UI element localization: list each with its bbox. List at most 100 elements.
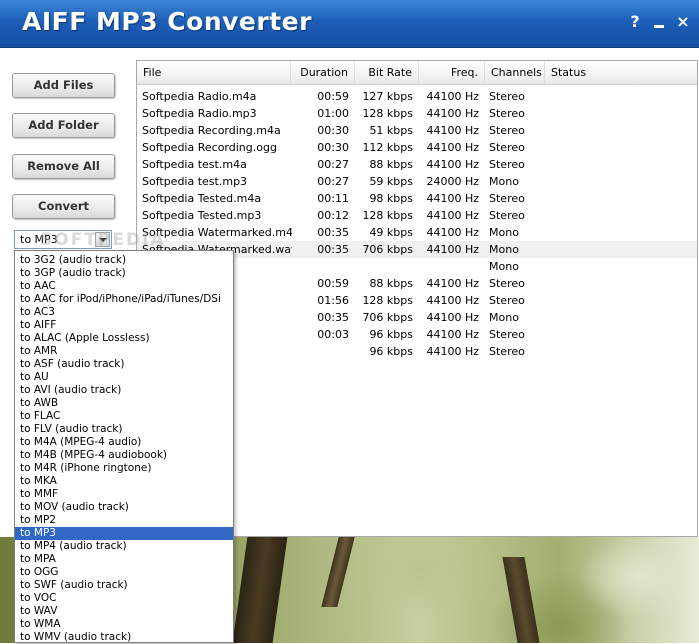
- table-row[interactable]: Softpedia Tested.mp3 00:12 128 kbps 44100 H…: [137, 207, 697, 224]
- format-option[interactable]: to MKA: [15, 475, 233, 488]
- cell-freq: 44100 Hz: [426, 158, 479, 171]
- column-header-status[interactable]: Status: [545, 61, 697, 85]
- format-option[interactable]: to M4R (iPhone ringtone): [15, 462, 233, 475]
- cell-freq: 44100 Hz: [426, 294, 479, 307]
- format-option[interactable]: to M4A (MPEG-4 audio): [15, 436, 233, 449]
- cell-bitrate: 128 kbps: [362, 294, 413, 307]
- file-list-header: File Duration Bit Rate Freq. Channels St…: [137, 61, 697, 85]
- format-option[interactable]: to OGG: [15, 566, 233, 579]
- format-option[interactable]: to WAV: [15, 605, 233, 618]
- cell-bitrate: 98 kbps: [369, 192, 413, 205]
- cell-bitrate: 96 kbps: [369, 328, 413, 341]
- table-row[interactable]: Softpedia Recording.ogg 00:30 112 kbps 4410…: [137, 139, 697, 156]
- format-option[interactable]: to WMA: [15, 618, 233, 631]
- cell-bitrate: 49 kbps: [369, 226, 413, 239]
- cell-bitrate: 127 kbps: [362, 90, 413, 103]
- format-option[interactable]: to MOV (audio track): [15, 501, 233, 514]
- cell-duration: 00:35: [317, 226, 349, 239]
- format-option[interactable]: to WMV (audio track): [15, 631, 233, 644]
- column-header-duration[interactable]: Duration: [291, 61, 355, 85]
- cell-status: [549, 224, 689, 241]
- format-option[interactable]: to AU: [15, 371, 233, 384]
- cell-duration: 00:35: [317, 243, 349, 256]
- cell-channels: Stereo: [489, 294, 525, 307]
- cell-duration: 00:12: [317, 209, 349, 222]
- format-option[interactable]: to MP4 (audio track): [15, 540, 233, 553]
- minimize-icon: [654, 25, 664, 28]
- cell-channels: Stereo: [489, 90, 525, 103]
- format-dropdown-list[interactable]: to 3G2 (audio track) to 3GP (audio track)…: [14, 250, 234, 643]
- cell-bitrate: 96 kbps: [369, 345, 413, 358]
- format-option[interactable]: to MMF: [15, 488, 233, 501]
- cell-channels: Mono: [489, 243, 519, 256]
- format-option[interactable]: to AIFF: [15, 319, 233, 332]
- format-option[interactable]: to MP3: [15, 527, 233, 540]
- format-option[interactable]: to AWB: [15, 397, 233, 410]
- cell-channels: Stereo: [489, 158, 525, 171]
- cell-status: [549, 105, 689, 122]
- cell-channels: Stereo: [489, 277, 525, 290]
- column-header-freq[interactable]: Freq.: [419, 61, 485, 85]
- format-option[interactable]: to ASF (audio track): [15, 358, 233, 371]
- column-header-channels[interactable]: Channels: [485, 61, 545, 85]
- cell-duration: 00:59: [317, 277, 349, 290]
- table-row[interactable]: Softpedia Tested.m4a 00:11 98 kbps 44100 Hz…: [137, 190, 697, 207]
- cell-status: [549, 258, 689, 275]
- table-row[interactable]: Softpedia Recording.m4a 00:30 51 kbps 44100…: [137, 122, 697, 139]
- format-option[interactable]: to AC3: [15, 306, 233, 319]
- cell-freq: 44100 Hz: [426, 90, 479, 103]
- table-row[interactable]: Softpedia test.mp3 00:27 59 kbps 24000 Hz Mo…: [137, 173, 697, 190]
- cell-bitrate: 706 kbps: [362, 311, 413, 324]
- column-header-bitrate[interactable]: Bit Rate: [355, 61, 419, 85]
- format-option[interactable]: to FLAC: [15, 410, 233, 423]
- cell-freq: 44100 Hz: [426, 124, 479, 137]
- cell-bitrate: 88 kbps: [369, 277, 413, 290]
- add-files-button[interactable]: Add Files: [12, 73, 115, 98]
- add-folder-button[interactable]: Add Folder: [12, 113, 115, 138]
- format-option[interactable]: to FLV (audio track): [15, 423, 233, 436]
- format-option[interactable]: to MP2: [15, 514, 233, 527]
- convert-button[interactable]: Convert: [12, 194, 115, 219]
- table-row[interactable]: Softpedia Radio.m4a 00:59 127 kbps 44100 Hz…: [137, 88, 697, 105]
- cell-bitrate: 88 kbps: [369, 158, 413, 171]
- close-button[interactable]: ×: [674, 12, 692, 32]
- minimize-button[interactable]: [650, 12, 668, 32]
- format-option[interactable]: to AMR: [15, 345, 233, 358]
- cell-freq: 44100 Hz: [426, 209, 479, 222]
- cell-file: Softpedia Tested.mp3: [142, 209, 262, 222]
- format-option[interactable]: to 3G2 (audio track): [15, 254, 233, 267]
- help-button[interactable]: ?: [626, 12, 644, 32]
- column-header-file[interactable]: File: [137, 61, 291, 85]
- format-option[interactable]: to 3GP (audio track): [15, 267, 233, 280]
- format-option[interactable]: to VOC: [15, 592, 233, 605]
- branch-shape: [321, 537, 355, 607]
- cell-status: [549, 122, 689, 139]
- format-option[interactable]: to AVI (audio track): [15, 384, 233, 397]
- branch-shape: [502, 557, 540, 643]
- table-row[interactable]: Softpedia Watermarked.m4a 00:35 49 kbps 441…: [137, 224, 697, 241]
- cell-bitrate: 112 kbps: [362, 141, 413, 154]
- cell-bitrate: 128 kbps: [362, 209, 413, 222]
- cell-file: Softpedia Radio.m4a: [142, 90, 257, 103]
- cell-freq: 24000 Hz: [426, 175, 479, 188]
- table-row[interactable]: Softpedia Radio.mp3 01:00 128 kbps 44100 Hz…: [137, 105, 697, 122]
- cell-status: [549, 190, 689, 207]
- format-option[interactable]: to SWF (audio track): [15, 579, 233, 592]
- format-option[interactable]: to MPA: [15, 553, 233, 566]
- format-option[interactable]: to AAC: [15, 280, 233, 293]
- cell-bitrate: 59 kbps: [369, 175, 413, 188]
- cell-channels: Mono: [489, 260, 519, 273]
- cell-freq: 44100 Hz: [426, 328, 479, 341]
- cell-bitrate: 128 kbps: [362, 107, 413, 120]
- cell-channels: Mono: [489, 226, 519, 239]
- cell-bitrate: [355, 258, 413, 275]
- format-option[interactable]: to AAC for iPod/iPhone/iPad/iTunes/DSi: [15, 293, 233, 306]
- format-option[interactable]: to ALAC (Apple Lossless): [15, 332, 233, 345]
- cell-file: Softpedia test.mp3: [142, 175, 248, 188]
- remove-all-button[interactable]: Remove All: [12, 154, 115, 179]
- cell-freq: 44100 Hz: [426, 107, 479, 120]
- format-option[interactable]: to M4B (MPEG-4 audiobook): [15, 449, 233, 462]
- cell-freq: [419, 258, 479, 275]
- table-row[interactable]: Softpedia test.m4a 00:27 88 kbps 44100 Hz St…: [137, 156, 697, 173]
- cell-bitrate: 51 kbps: [369, 124, 413, 137]
